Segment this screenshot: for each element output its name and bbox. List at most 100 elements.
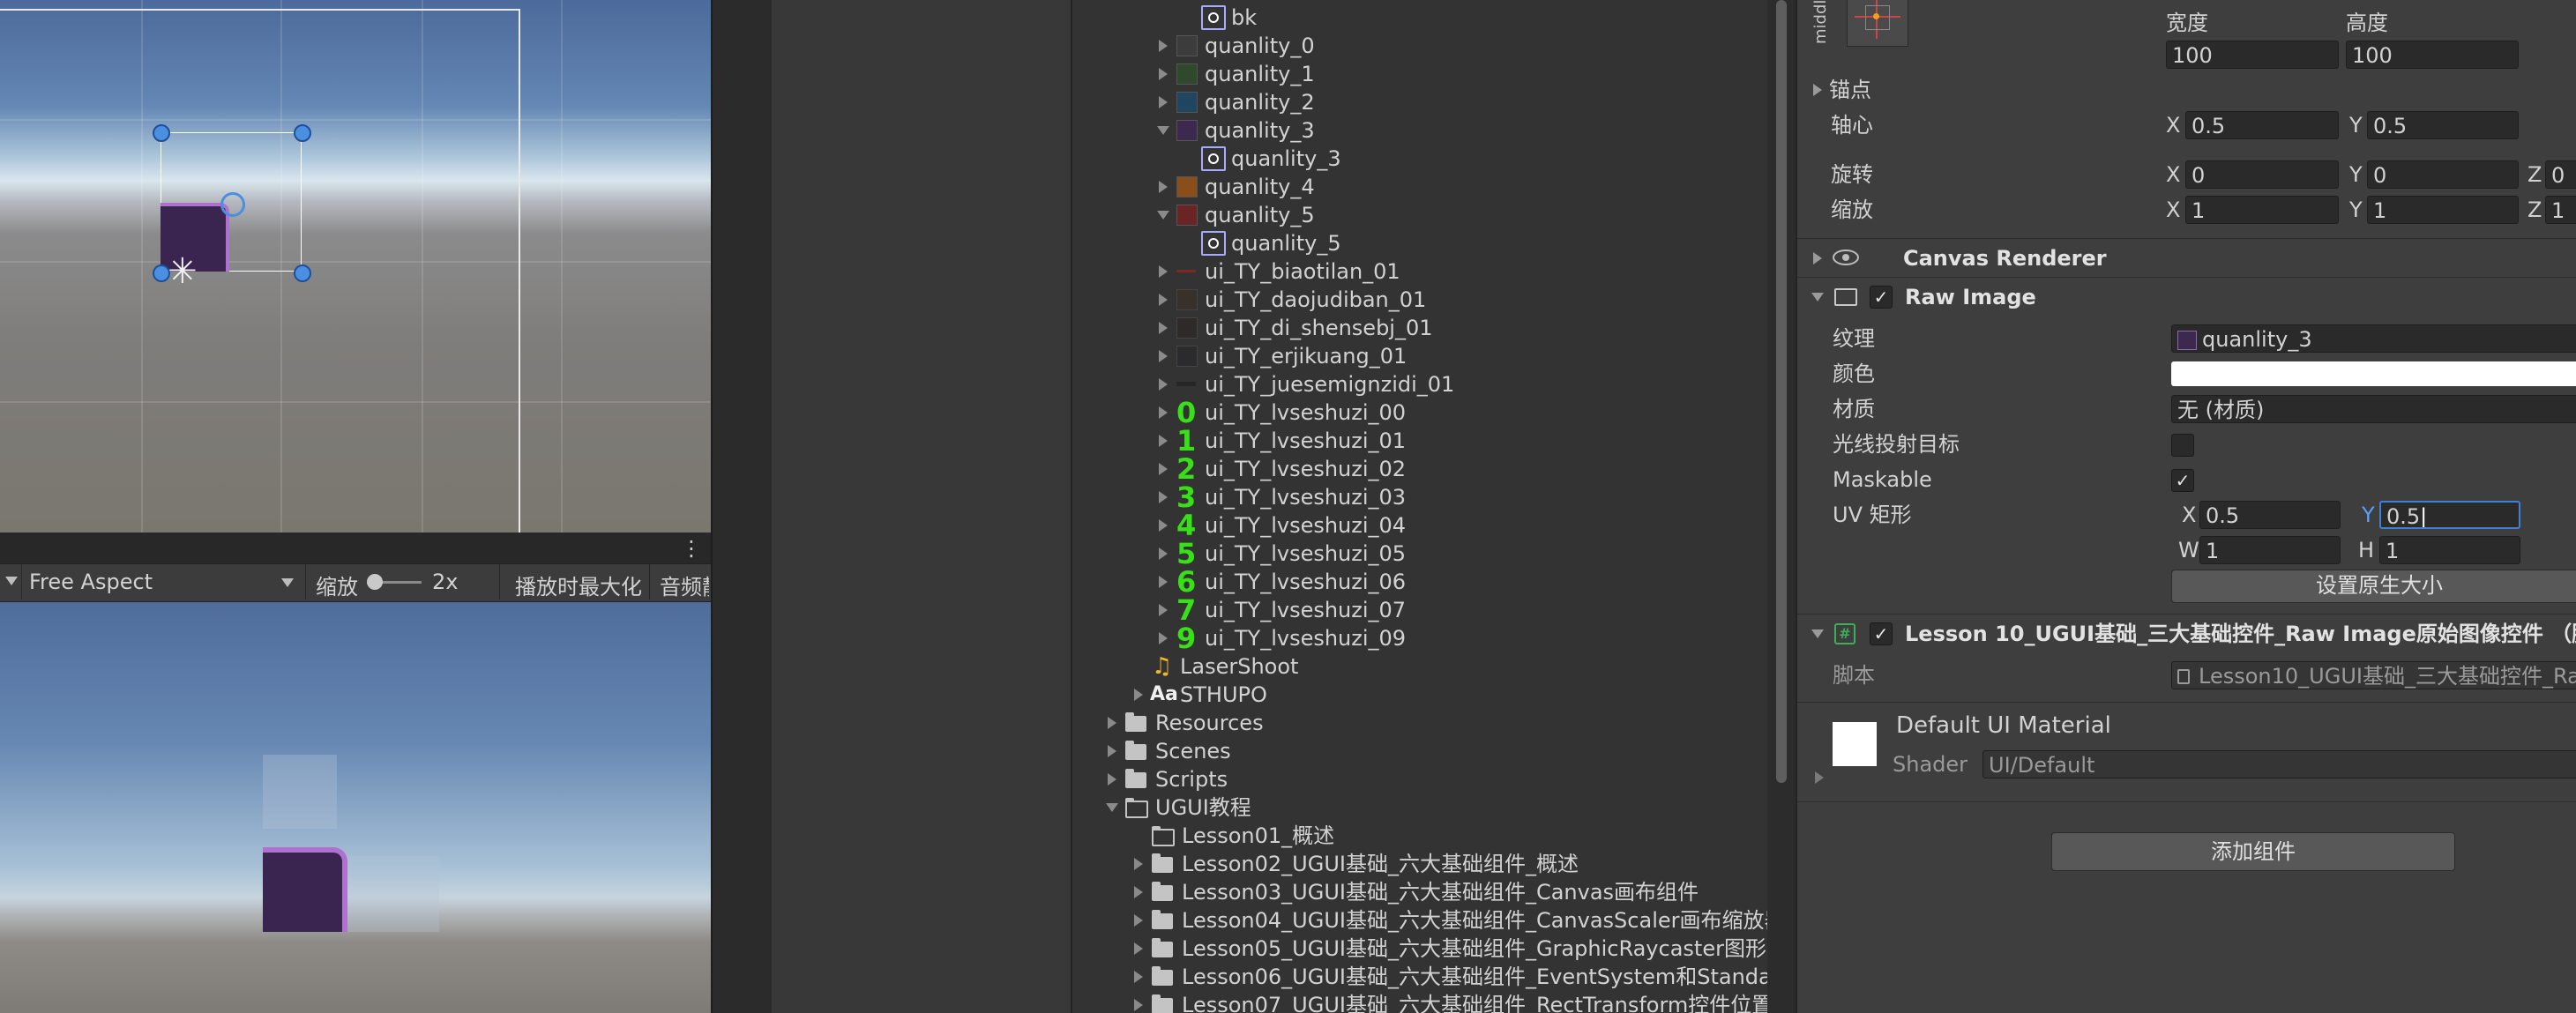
expand-arrow-icon[interactable]	[1134, 689, 1143, 701]
mute-audio-toggle[interactable]: 音频静	[660, 570, 709, 600]
uv-rect-label: UV 矩形	[1833, 503, 1912, 527]
folder-item[interactable]: Lesson07_UGUI基础_六大基础组件_RectTransform控件位置…	[1072, 991, 1769, 1013]
asset-label: ui_TY_biaotilan_01	[1205, 259, 1400, 284]
divider	[499, 564, 500, 600]
expand-arrow-icon[interactable]	[1159, 378, 1168, 391]
folder-icon	[1152, 853, 1173, 873]
expand-arrow-icon[interactable]	[1159, 491, 1168, 503]
uv-y-field[interactable]: 0.5|	[2379, 501, 2520, 529]
hierarchy-panel[interactable]	[771, 0, 1071, 1013]
folder-item[interactable]: Lesson06_UGUI基础_六大基础组件_EventSystem和Stand…	[1072, 963, 1769, 991]
scene-view[interactable]: ✳	[0, 0, 711, 533]
expand-arrow-icon[interactable]	[1108, 745, 1116, 757]
expand-arrow-icon[interactable]	[1159, 265, 1168, 278]
anchor-preset-button[interactable]	[1847, 0, 1908, 47]
folder-item[interactable]: Lesson05_UGUI基础_六大基础组件_GraphicRaycaster图…	[1072, 935, 1769, 963]
component-enabled-checkbox[interactable]: ✓	[1870, 286, 1893, 309]
aspect-dropdown[interactable]: Free Aspect	[21, 564, 304, 600]
uv-x-field[interactable]: 0.5	[2199, 501, 2341, 529]
folder-item[interactable]: Lesson04_UGUI基础_六大基础组件_CanvasScaler画布缩放器…	[1072, 906, 1769, 935]
corner-handle[interactable]	[294, 124, 311, 142]
expand-arrow-icon[interactable]	[1159, 519, 1168, 532]
uv-h-field[interactable]: 1	[2379, 536, 2520, 564]
height-field[interactable]: 100	[2346, 41, 2519, 69]
expand-arrow-icon[interactable]	[1159, 435, 1168, 447]
expand-arrow-icon[interactable]	[1159, 181, 1168, 193]
expand-arrow-icon[interactable]	[1159, 604, 1168, 616]
asset-label: quanlity_1	[1205, 62, 1315, 86]
script-component-header[interactable]: # ✓ Lesson 10_UGUI基础_三大基础控件_Raw Image原始图…	[1797, 614, 2576, 653]
number-sprite-icon: 4	[1176, 509, 1197, 542]
texture-thumbnail	[1176, 346, 1198, 367]
expand-arrow-icon[interactable]	[1134, 942, 1143, 955]
expand-arrow-icon[interactable]	[1159, 96, 1168, 108]
expand-arrow-icon[interactable]	[1134, 971, 1143, 983]
expand-arrow-icon[interactable]	[1108, 717, 1116, 729]
uv-w-field[interactable]: 1	[2199, 536, 2341, 564]
expand-arrow-icon[interactable]	[1159, 463, 1168, 475]
expand-arrow-icon[interactable]	[1159, 40, 1168, 52]
scale-x-field[interactable]: 1	[2185, 196, 2339, 224]
scale-slider-handle[interactable]	[367, 574, 383, 590]
collapse-arrow-icon[interactable]	[1157, 211, 1169, 220]
expand-arrow-icon[interactable]	[1159, 547, 1168, 560]
anchor-icon[interactable]: ✳	[168, 254, 203, 289]
project-scrollbar[interactable]	[1767, 0, 1796, 1013]
rotation-x-field[interactable]: 0	[2185, 160, 2339, 189]
expand-arrow-icon[interactable]	[1159, 576, 1168, 588]
pivot-handle[interactable]	[220, 192, 245, 217]
maximize-on-play-toggle[interactable]: 播放时最大化	[515, 570, 642, 600]
corner-handle[interactable]	[153, 124, 170, 142]
expand-arrow-icon[interactable]	[1159, 294, 1168, 306]
expand-arrow-icon[interactable]	[1159, 68, 1168, 80]
material-field[interactable]: 无 (材质)	[2171, 395, 2576, 423]
collapse-arrow-icon[interactable]	[1106, 803, 1118, 812]
expand-arrow-icon[interactable]	[1134, 999, 1143, 1011]
collapse-arrow-icon[interactable]	[1811, 629, 1824, 638]
expand-arrow-icon[interactable]	[1815, 771, 1824, 784]
scale-y-field[interactable]: 1	[2367, 196, 2519, 224]
game-tab-strip: ⋮	[0, 533, 711, 563]
expand-arrow-icon[interactable]	[1159, 322, 1168, 334]
expand-arrow-icon[interactable]	[1159, 406, 1168, 419]
corner-handle[interactable]	[294, 264, 311, 282]
expand-arrow-icon[interactable]	[1134, 858, 1143, 870]
maskable-checkbox[interactable]: ✓	[2171, 469, 2194, 492]
raw-image-header[interactable]: ✓ Raw Image	[1797, 277, 2576, 317]
expand-arrow-icon[interactable]	[1108, 773, 1116, 786]
expand-arrow-icon[interactable]	[1159, 632, 1168, 644]
scale-z-field[interactable]: 1	[2545, 196, 2576, 224]
image-icon	[1834, 288, 1857, 306]
folder-icon	[1152, 994, 1173, 1013]
folder-icon	[1125, 741, 1146, 760]
scrollbar-thumb[interactable]	[1776, 0, 1787, 783]
display-dropdown-arrow-icon[interactable]	[5, 577, 18, 585]
collapse-arrow-icon[interactable]	[1157, 126, 1169, 135]
expand-arrow-icon[interactable]	[1134, 886, 1143, 898]
panel-gap	[711, 0, 773, 1013]
rotation-y-field[interactable]: 0	[2367, 160, 2519, 189]
axis-x-label: X	[2166, 162, 2181, 187]
sprite-icon	[1201, 231, 1226, 256]
project-panel[interactable]: bk quanlity_0 quanlity_1 quanlity_2 quan…	[1071, 0, 1769, 1013]
expand-arrow-icon[interactable]	[1134, 914, 1143, 927]
expand-arrow-icon[interactable]	[1813, 252, 1822, 264]
pivot-x-field[interactable]: 0.5	[2185, 111, 2339, 139]
pivot-y-field[interactable]: 0.5	[2367, 111, 2519, 139]
add-component-button[interactable]: 添加组件	[2051, 832, 2455, 871]
color-swatch[interactable]	[2171, 361, 2576, 386]
width-field[interactable]: 100	[2166, 41, 2339, 69]
anchors-foldout[interactable]: 锚点	[1829, 76, 1871, 104]
rotation-z-field[interactable]: 0	[2545, 160, 2576, 189]
texture-field[interactable]: quanlity_3	[2171, 324, 2576, 353]
set-native-size-button[interactable]: 设置原生大小	[2171, 570, 2576, 603]
more-options-icon[interactable]: ⋮	[681, 536, 702, 561]
collapse-arrow-icon[interactable]	[1811, 293, 1824, 302]
expand-arrow-icon[interactable]	[1159, 350, 1168, 362]
expand-arrow-icon[interactable]	[1813, 84, 1822, 96]
game-view[interactable]	[0, 602, 711, 1013]
raycast-target-checkbox[interactable]	[2171, 434, 2194, 457]
shader-dropdown[interactable]: UI/Default	[1982, 750, 2576, 778]
canvas-renderer-header[interactable]: Canvas Renderer	[1797, 238, 2576, 278]
component-enabled-checkbox[interactable]: ✓	[1870, 622, 1893, 645]
